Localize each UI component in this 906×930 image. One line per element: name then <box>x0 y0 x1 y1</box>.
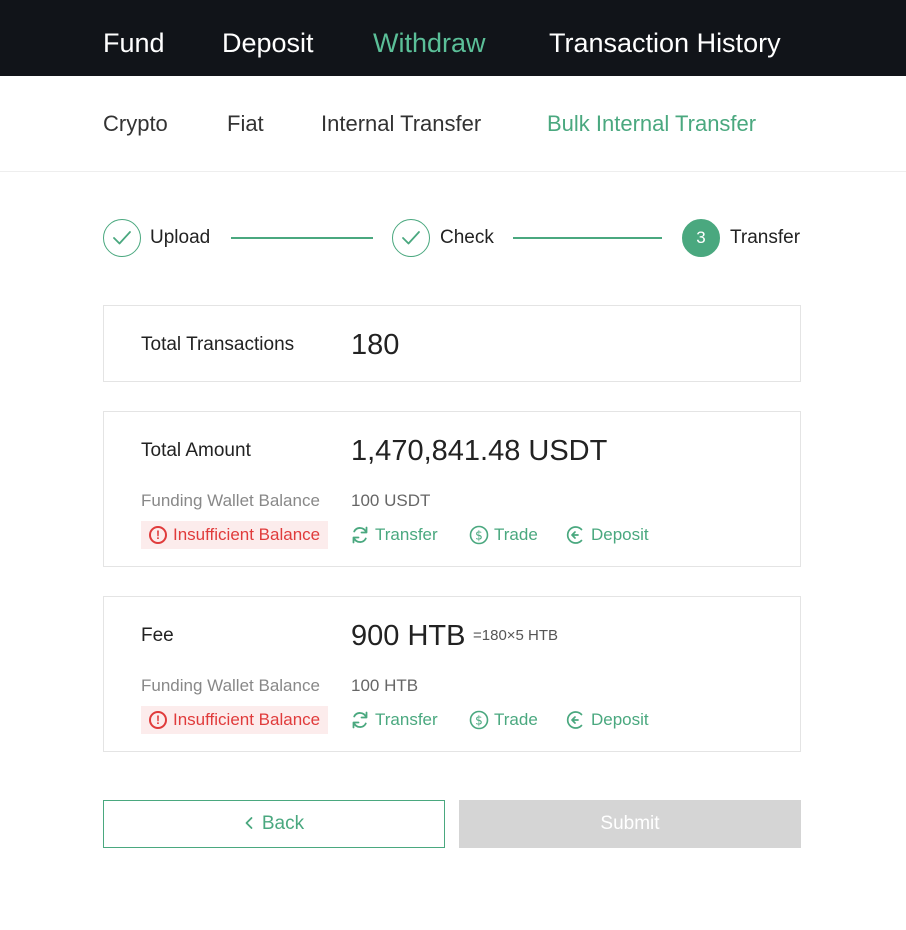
back-button[interactable]: Back <box>103 800 445 848</box>
total-amount-value: 1,470,841.48 USDT <box>351 435 608 467</box>
tab-crypto[interactable]: Crypto <box>103 110 168 138</box>
refresh-icon <box>350 710 370 730</box>
exclamation-circle-icon: ! <box>149 526 167 544</box>
deposit-link[interactable]: Deposit <box>566 524 649 546</box>
insufficient-balance-text: Insufficient Balance <box>173 710 321 729</box>
total-transactions-value: 180 <box>351 329 400 361</box>
exclamation-circle-icon: ! <box>149 711 167 729</box>
deposit-link-label: Deposit <box>591 525 649 544</box>
svg-text:$: $ <box>475 714 483 728</box>
step-transfer-label: Transfer <box>730 227 801 248</box>
funding-wallet-balance-label: Funding Wallet Balance <box>141 676 320 695</box>
step-check-check-icon <box>392 219 430 257</box>
arrow-left-circle-icon <box>566 710 586 730</box>
funding-wallet-balance-value: 100 USDT <box>351 491 431 510</box>
step-transfer-number: 3 <box>682 219 720 257</box>
funding-wallet-balance-value: 100 HTB <box>351 676 419 695</box>
tab-bulk-internal-transfer[interactable]: Bulk Internal Transfer <box>547 110 756 138</box>
fee-card: Fee 900 HTB =180×5 HTB Funding Wallet Ba… <box>103 596 801 752</box>
total-amount-card: Total Amount 1,470,841.48 USDT Funding W… <box>103 411 801 567</box>
step-connector <box>231 237 373 239</box>
insufficient-balance-badge: ! Insufficient Balance <box>141 706 329 734</box>
top-nav-withdraw[interactable]: Withdraw <box>373 26 486 60</box>
sub-nav: Crypto Fiat Internal Transfer Bulk Inter… <box>0 76 906 172</box>
transfer-link-label: Transfer <box>375 525 438 544</box>
top-nav: Fund Deposit Withdraw Transaction Histor… <box>0 0 906 76</box>
trade-link[interactable]: $ Trade <box>469 709 538 731</box>
step-check-label: Check <box>440 227 494 248</box>
fee-formula: =180×5 HTB <box>473 627 559 644</box>
svg-text:$: $ <box>475 529 483 543</box>
arrow-left-circle-icon <box>566 525 586 545</box>
tab-internal-transfer[interactable]: Internal Transfer <box>321 110 481 138</box>
deposit-link[interactable]: Deposit <box>566 709 649 731</box>
top-nav-deposit[interactable]: Deposit <box>222 26 314 60</box>
transfer-link[interactable]: Transfer <box>350 524 438 546</box>
total-amount-label: Total Amount <box>141 440 251 461</box>
deposit-link-label: Deposit <box>591 710 649 729</box>
step-upload-check-icon <box>103 219 141 257</box>
funding-wallet-balance-label: Funding Wallet Balance <box>141 491 320 510</box>
refresh-icon <box>350 525 370 545</box>
trade-link-label: Trade <box>494 525 538 544</box>
step-upload-label: Upload <box>150 227 211 248</box>
top-nav-fund[interactable]: Fund <box>103 26 165 60</box>
top-nav-transaction-history[interactable]: Transaction History <box>549 26 781 60</box>
step-connector <box>513 237 662 239</box>
chevron-left-icon <box>244 814 254 835</box>
dollar-circle-icon: $ <box>469 525 489 545</box>
insufficient-balance-badge: ! Insufficient Balance <box>141 521 329 549</box>
fee-label: Fee <box>141 625 174 646</box>
insufficient-balance-text: Insufficient Balance <box>173 525 321 544</box>
trade-link[interactable]: $ Trade <box>469 524 538 546</box>
back-button-label: Back <box>261 813 305 834</box>
total-transactions-card: Total Transactions 180 <box>103 305 801 382</box>
transfer-link-label: Transfer <box>375 710 438 729</box>
fee-value: 900 HTB <box>351 620 466 652</box>
trade-link-label: Trade <box>494 710 538 729</box>
tab-fiat[interactable]: Fiat <box>227 110 264 138</box>
transfer-link[interactable]: Transfer <box>350 709 438 731</box>
dollar-circle-icon: $ <box>469 710 489 730</box>
total-transactions-label: Total Transactions <box>141 334 295 355</box>
submit-button[interactable]: Submit <box>459 800 801 848</box>
